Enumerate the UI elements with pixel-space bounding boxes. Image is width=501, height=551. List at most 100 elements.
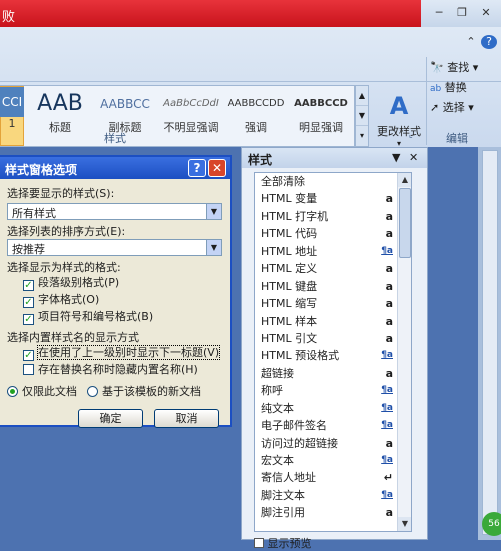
style-name: 寄信人地址	[261, 471, 316, 485]
styles-pane-header: 样式 ▼ ✕	[242, 148, 427, 168]
change-styles-button[interactable]: A 更改样式 ▾	[373, 89, 425, 148]
binoculars-icon: 🔭	[430, 61, 444, 74]
list-item[interactable]: 脚注引用 a	[255, 504, 411, 521]
minimize-button[interactable]: ─	[431, 6, 447, 20]
list-item[interactable]: 宏文本 ¶a	[255, 452, 411, 469]
list-item[interactable]: HTML 定义 a	[255, 260, 411, 277]
show-preview-row[interactable]: 显示预览	[254, 535, 312, 551]
select-button[interactable]: ➚ 选择 ▾	[430, 99, 474, 115]
style-name: HTML 预设格式	[261, 349, 340, 363]
help-icon[interactable]: ?	[481, 35, 497, 49]
close-button[interactable]: ✕	[478, 6, 494, 20]
scroll-thumb[interactable]	[399, 188, 411, 258]
list-item[interactable]: HTML 代码 a	[255, 225, 411, 242]
hide-builtin-name-checkbox[interactable]: 存在替换名称时隐藏内置名称(H)	[23, 361, 198, 377]
checkmark-icon: ✓	[23, 297, 34, 308]
style-name: HTML 定义	[261, 262, 318, 276]
cancel-button[interactable]: 取消	[154, 409, 219, 428]
editing-group-label: 编辑	[446, 132, 468, 145]
list-item[interactable]: 全部清除	[255, 173, 411, 190]
style-type-icon: a	[385, 314, 393, 328]
style-type-icon: ¶a	[381, 350, 393, 361]
change-styles-icon: A	[389, 92, 409, 120]
list-item[interactable]: HTML 打字机 a	[255, 208, 411, 225]
show-styles-select[interactable]: 所有样式 ▼	[7, 203, 222, 220]
sort-label: 选择列表的排序方式(E):	[7, 225, 126, 238]
style-type-icon: a	[385, 331, 393, 345]
style-type-icon: ¶a	[381, 245, 393, 256]
style-type-icon: ¶a	[381, 455, 393, 465]
dialog-launcher-icon[interactable]: ⌞	[409, 130, 413, 139]
gallery-style-subtle-emphasis[interactable]: AaBbCcDdI 不明显强调	[158, 89, 224, 143]
style-name: HTML 引文	[261, 331, 318, 345]
style-name: 脚注引用	[261, 506, 305, 520]
chevron-down-icon[interactable]: ▼	[206, 204, 221, 219]
this-document-radio[interactable]: 仅限此文档	[7, 383, 77, 399]
style-type-icon: a	[385, 262, 393, 276]
gallery-style-emphasis[interactable]: AABBCCDD 强调	[226, 89, 286, 143]
format-group-label: 选择显示为样式的格式:	[7, 261, 121, 274]
list-item[interactable]: 访问过的超链接 a	[255, 435, 411, 452]
find-button[interactable]: 🔭 查找 ▾	[430, 59, 478, 75]
style-name: 宏文本	[261, 454, 294, 467]
gallery-more-icon[interactable]: ▾	[356, 126, 368, 146]
list-item[interactable]: 脚注文本 ¶a	[255, 487, 411, 504]
style-type-icon: ↵	[383, 471, 393, 485]
pane-menu-icon[interactable]: ▼	[392, 151, 400, 164]
list-item[interactable]: HTML 缩写 a	[255, 295, 411, 312]
restore-button[interactable]: ❐	[454, 6, 470, 20]
gallery-style-heading[interactable]: AAB 标题	[28, 89, 92, 143]
list-item[interactable]: 电子邮件签名 ¶a	[255, 417, 411, 434]
style-name: 超链接	[261, 366, 294, 380]
gallery-down-icon[interactable]: ▼	[356, 106, 368, 126]
scroll-down-icon[interactable]: ▼	[398, 517, 411, 531]
style-type-icon: a	[385, 506, 393, 520]
dialog-close-button[interactable]: ✕	[208, 159, 226, 177]
ribbon-collapse-icon[interactable]: ⌃	[463, 35, 479, 49]
list-item[interactable]: HTML 变量 a	[255, 190, 411, 207]
gallery-scroll[interactable]: ▲ ▼ ▾	[355, 85, 369, 147]
list-item[interactable]: 纯文本 ¶a	[255, 400, 411, 417]
style-name: HTML 缩写	[261, 297, 318, 311]
style-name: 访问过的超链接	[261, 436, 338, 450]
style-name: HTML 键盘	[261, 279, 318, 293]
list-item[interactable]: 寄信人地址 ↵	[255, 469, 411, 486]
styles-list-scrollbar[interactable]: ▲ ▼	[397, 173, 411, 531]
cursor-icon: ➚	[430, 101, 440, 114]
style-type-icon: a	[385, 227, 393, 241]
gallery-style-intense-emphasis[interactable]: AABBCCD 明显强调	[288, 89, 354, 143]
list-item[interactable]: HTML 引文 a	[255, 330, 411, 347]
scroll-up-icon[interactable]: ▲	[398, 173, 411, 187]
font-format-checkbox[interactable]: ✓ 字体格式(O)	[23, 291, 99, 308]
template-radio[interactable]: 基于该模板的新文档	[87, 383, 201, 399]
pane-close-icon[interactable]: ✕	[409, 151, 418, 164]
list-item[interactable]: HTML 样本 a	[255, 313, 411, 330]
list-item[interactable]: 超链接 a	[255, 365, 411, 382]
window-controls: ─ ❐ ✕	[421, 0, 501, 27]
bullets-format-checkbox[interactable]: ✓ 项目符号和编号格式(B)	[23, 308, 153, 325]
paragraph-format-checkbox[interactable]: ✓ 段落级别格式(P)	[23, 274, 119, 291]
list-item[interactable]: HTML 键盘 a	[255, 278, 411, 295]
vertical-ruler	[482, 150, 498, 535]
style-type-icon: ¶a	[381, 420, 393, 431]
gallery-up-icon[interactable]: ▲	[356, 86, 368, 106]
ok-button[interactable]: 确定	[78, 409, 143, 428]
replace-button[interactable]: ab 替换	[430, 79, 467, 95]
styles-pane: 样式 ▼ ✕ 全部清除 HTML 变量 a HTML 打字机 a HTML 代码 a HTML…	[241, 147, 428, 550]
style-name: HTML 代码	[261, 227, 318, 241]
show-next-heading-checkbox[interactable]: ✓ 在使用了上一级别时显示下一标题(V)	[23, 344, 221, 361]
list-item[interactable]: HTML 地址 ¶a	[255, 243, 411, 260]
style-name: HTML 地址	[261, 244, 318, 258]
list-item[interactable]: 称呼 ¶a	[255, 382, 411, 399]
style-type-icon: ¶a	[381, 385, 393, 396]
list-item[interactable]: HTML 预设格式 ¶a	[255, 347, 411, 364]
gallery-style-1[interactable]: CCI 1	[0, 87, 24, 141]
sort-select[interactable]: 按推荐 ▼	[7, 239, 222, 256]
style-name: 纯文本	[261, 401, 294, 415]
style-name: HTML 样本	[261, 314, 318, 328]
style-name: 全部清除	[261, 175, 305, 188]
dialog-help-button[interactable]: ?	[188, 159, 206, 177]
style-type-icon: a	[385, 279, 393, 293]
style-name: 称呼	[261, 384, 283, 398]
chevron-down-icon[interactable]: ▼	[206, 240, 221, 255]
